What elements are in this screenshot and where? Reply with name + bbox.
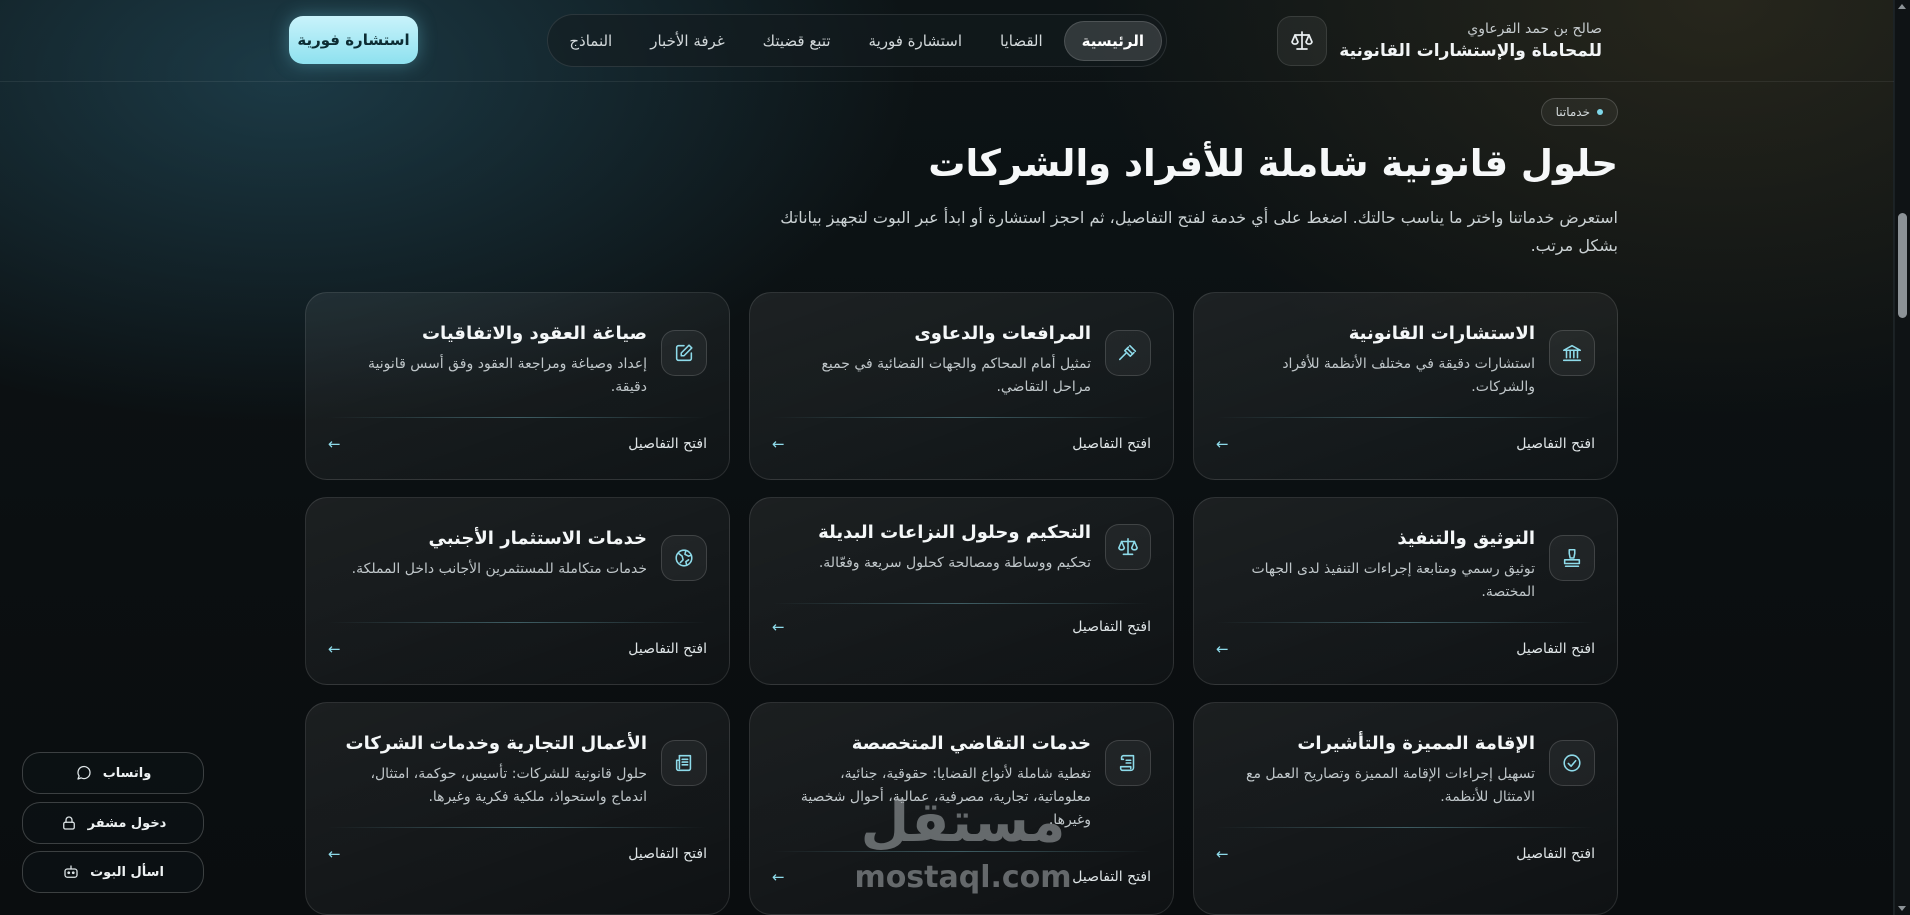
watermark-arabic: مستقل: [860, 790, 1066, 855]
gavel-icon: [1105, 330, 1151, 376]
service-card[interactable]: المرافعات والدعاوى تمثيل أمام المحاكم وا…: [749, 292, 1174, 480]
ask-bot-button[interactable]: اسأل البوت: [22, 851, 204, 893]
service-card[interactable]: التوثيق والتنفيذ توثيق رسمي ومتابعة إجرا…: [1193, 497, 1618, 685]
service-description: تسهيل إجراءات الإقامة المميزة وتصاريح ال…: [1246, 766, 1535, 805]
stamp-icon: [1549, 535, 1595, 581]
badge-check-icon: [1549, 740, 1595, 786]
card-divider: [328, 827, 707, 828]
service-title: التحكيم وحلول النزاعات البديلة: [818, 522, 1091, 543]
nav-home[interactable]: الرئيسية: [1063, 20, 1162, 61]
service-description: استشارات دقيقة في مختلف الأنظمة للأفراد …: [1282, 356, 1535, 395]
service-description: تمثيل أمام المحاكم والجهات القضائية في ج…: [821, 356, 1091, 395]
ask-bot-label: اسأل البوت: [90, 864, 164, 880]
service-title: خدمات التقاضي المتخصصة: [851, 733, 1091, 754]
scale-icon: [1105, 524, 1151, 570]
watermark: مستقل mostaql.com: [838, 790, 1088, 905]
arrow-left-icon: ←: [772, 618, 785, 636]
arrow-left-icon: ←: [1216, 435, 1229, 453]
arrow-left-icon: ←: [772, 435, 785, 453]
dot-icon: [1597, 109, 1603, 115]
scroll-down-icon[interactable]: [1898, 906, 1906, 911]
open-details-link[interactable]: افتح التفاصيل: [628, 641, 707, 657]
site-header: صالح بن حمد القرعاوي للمحاماة والإستشارا…: [0, 0, 1894, 82]
arrow-left-icon: ←: [328, 640, 341, 658]
whatsapp-label: واتساب: [102, 765, 152, 781]
globe-icon: [661, 535, 707, 581]
service-description: إعداد وصياغة ومراجعة العقود وفق أسس قانو…: [368, 356, 647, 395]
open-details-link[interactable]: افتح التفاصيل: [1072, 619, 1151, 635]
brand-name: صالح بن حمد القرعاوي: [1467, 21, 1602, 37]
chat-bubble-icon: [75, 764, 93, 782]
nav-instant-consultation[interactable]: استشارة فورية: [852, 22, 979, 60]
main-nav: الرئيسية القضايا استشارة فورية تتبع قضيت…: [547, 14, 1167, 67]
service-title: الإقامة المميزة والتأشيرات: [1297, 733, 1535, 754]
nav-cases[interactable]: القضايا: [983, 22, 1060, 60]
scroll-icon: [1105, 740, 1151, 786]
service-description: حلول قانونية للشركات: تأسيس، حوكمة، امتث…: [370, 766, 647, 805]
bank-icon: [1549, 330, 1595, 376]
open-details-link[interactable]: افتح التفاصيل: [1516, 436, 1595, 452]
brand[interactable]: صالح بن حمد القرعاوي للمحاماة والإستشارا…: [1277, 16, 1602, 66]
arrow-left-icon: ←: [328, 435, 341, 453]
service-card[interactable]: الأعمال التجارية وخدمات الشركات حلول قان…: [305, 702, 730, 915]
open-details-link[interactable]: افتح التفاصيل: [1072, 436, 1151, 452]
arrow-left-icon: ←: [1216, 640, 1229, 658]
arrow-left-icon: ←: [328, 845, 341, 863]
service-title: الاستشارات القانونية: [1348, 323, 1535, 344]
card-divider: [328, 622, 707, 623]
scroll-thumb[interactable]: [1898, 213, 1907, 318]
page-title: حلول قانونية شاملة للأفراد والشركات: [928, 142, 1618, 185]
service-card[interactable]: الاستشارات القانونية استشارات دقيقة في م…: [1193, 292, 1618, 480]
section-pill: خدماتنا: [1540, 98, 1618, 126]
service-card[interactable]: صياغة العقود والاتفاقيات إعداد وصياغة وم…: [305, 292, 730, 480]
service-description: تحكيم ووساطة ومصالحة كحلول سريعة وفعّالة…: [818, 555, 1091, 571]
newspaper-icon: [661, 740, 707, 786]
service-card[interactable]: خدمات الاستثمار الأجنبي خدمات متكاملة لل…: [305, 497, 730, 685]
service-description: توثيق رسمي ومتابعة إجراءات التنفيذ لدى ا…: [1251, 561, 1535, 600]
instant-consultation-button[interactable]: استشارة فورية: [289, 16, 418, 64]
service-description: خدمات متكاملة للمستثمرين الأجانب داخل ال…: [351, 561, 647, 577]
lock-icon: [60, 814, 78, 832]
secure-login-button[interactable]: دخول مشفر: [22, 802, 204, 844]
open-details-link[interactable]: افتح التفاصيل: [1516, 846, 1595, 862]
card-divider: [1216, 827, 1595, 828]
nav-templates[interactable]: النماذج: [552, 22, 629, 60]
nav-newsroom[interactable]: غرفة الأخبار: [633, 22, 741, 60]
page-subtitle: استعرض خدماتنا واختر ما يناسب حالتك. اضغ…: [780, 208, 1618, 255]
card-divider: [328, 417, 707, 418]
whatsapp-button[interactable]: واتساب: [22, 752, 204, 794]
card-divider: [772, 603, 1151, 604]
card-divider: [1216, 417, 1595, 418]
service-title: خدمات الاستثمار الأجنبي: [428, 528, 647, 549]
nav-track-case[interactable]: تتبع قضيتك: [746, 22, 848, 60]
card-divider: [772, 417, 1151, 418]
service-title: الأعمال التجارية وخدمات الشركات: [345, 733, 647, 754]
scroll-up-icon[interactable]: [1898, 4, 1906, 9]
service-title: التوثيق والتنفيذ: [1397, 528, 1535, 549]
brand-title: للمحاماة والإستشارات القانونية: [1339, 41, 1602, 61]
secure-login-label: دخول مشفر: [87, 815, 167, 831]
brand-text: صالح بن حمد القرعاوي للمحاماة والإستشارا…: [1339, 21, 1602, 61]
scrollbar[interactable]: [1894, 0, 1910, 915]
scale-logo-icon: [1277, 16, 1328, 66]
service-title: صياغة العقود والاتفاقيات: [421, 323, 647, 344]
watermark-latin: mostaql.com: [854, 860, 1072, 895]
service-title: المرافعات والدعاوى: [914, 323, 1091, 344]
service-card[interactable]: التحكيم وحلول النزاعات البديلة تحكيم ووس…: [749, 497, 1174, 685]
edit-document-icon: [661, 330, 707, 376]
open-details-link[interactable]: افتح التفاصيل: [1516, 641, 1595, 657]
robot-icon: [62, 863, 80, 881]
open-details-link[interactable]: افتح التفاصيل: [628, 436, 707, 452]
open-details-link[interactable]: افتح التفاصيل: [628, 846, 707, 862]
service-card[interactable]: الإقامة المميزة والتأشيرات تسهيل إجراءات…: [1193, 702, 1618, 915]
arrow-left-icon: ←: [772, 868, 785, 886]
section-pill-label: خدماتنا: [1555, 105, 1590, 119]
card-divider: [1216, 622, 1595, 623]
arrow-left-icon: ←: [1216, 845, 1229, 863]
